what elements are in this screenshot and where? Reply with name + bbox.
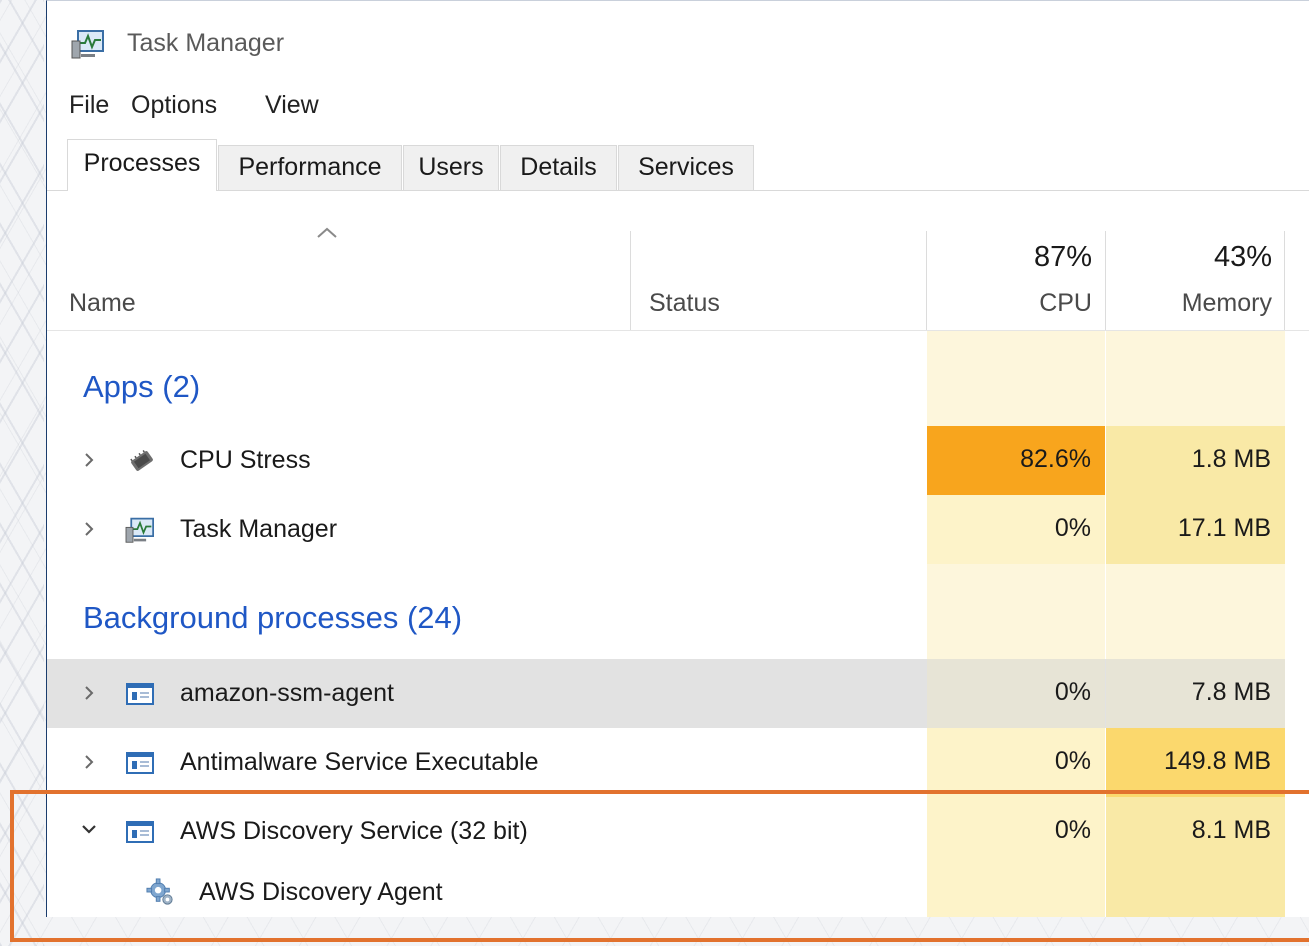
column-separator[interactable]: [630, 231, 631, 331]
tab-bar: Processes Performance Users Details Serv…: [47, 139, 1309, 191]
chevron-right-icon[interactable]: [79, 519, 99, 539]
title-bar: Task Manager: [47, 1, 1309, 91]
table-row[interactable]: Antimalware Service Executable 0% 149.8 …: [47, 728, 1309, 797]
group-row-background[interactable]: Background processes (24): [47, 564, 1309, 659]
column-name-header[interactable]: Name: [69, 289, 136, 318]
service-window-icon: [126, 752, 154, 774]
column-header: Name Status 87% CPU 43% Memory: [47, 227, 1309, 331]
table-row[interactable]: CPU Stress 82.6% 1.8 MB: [47, 426, 1309, 495]
cpu-total-percent[interactable]: 87%: [927, 241, 1092, 274]
tab-users[interactable]: Users: [403, 145, 499, 190]
group-row-apps[interactable]: Apps (2): [47, 331, 1309, 426]
memory-total-percent[interactable]: 43%: [1106, 241, 1272, 274]
process-name: Task Manager: [180, 515, 338, 543]
chevron-right-icon[interactable]: [79, 683, 99, 703]
chip-icon: [130, 450, 153, 471]
memory-cell: 149.8 MB: [1106, 728, 1285, 797]
column-separator[interactable]: [1284, 231, 1285, 331]
memory-cell: 7.8 MB: [1106, 659, 1285, 728]
task-manager-window: Task Manager File Options View Processes…: [46, 0, 1309, 917]
tab-services[interactable]: Services: [618, 145, 754, 190]
process-name: Antimalware Service Executable: [180, 748, 539, 776]
group-label-apps: Apps (2): [83, 369, 201, 404]
cpu-cell: [927, 331, 1105, 426]
menu-options[interactable]: Options: [131, 91, 217, 120]
task-manager-icon: [71, 30, 104, 59]
cpu-cell: 0%: [927, 495, 1105, 564]
cpu-cell: [927, 564, 1105, 659]
tab-performance[interactable]: Performance: [218, 145, 402, 190]
group-label-background: Background processes (24): [83, 600, 463, 635]
menu-file[interactable]: File: [69, 91, 109, 120]
menu-view[interactable]: View: [265, 91, 319, 120]
highlight-annotation-box: [10, 790, 1309, 942]
cpu-cell: 82.6%: [927, 426, 1105, 495]
cpu-cell: 0%: [927, 659, 1105, 728]
task-manager-icon: [125, 517, 154, 543]
memory-cell: [1106, 564, 1285, 659]
process-name: CPU Stress: [180, 446, 311, 474]
memory-cell: 1.8 MB: [1106, 426, 1285, 495]
column-cpu-header[interactable]: CPU: [927, 289, 1092, 318]
table-row-selected[interactable]: amazon-ssm-agent 0% 7.8 MB: [47, 659, 1285, 728]
cpu-cell: 0%: [927, 728, 1105, 797]
sort-ascending-icon[interactable]: [315, 225, 339, 241]
tab-processes[interactable]: Processes: [67, 139, 217, 191]
process-name: amazon-ssm-agent: [180, 679, 394, 707]
service-window-icon: [126, 683, 154, 705]
window-title: Task Manager: [127, 29, 285, 57]
memory-cell: [1106, 331, 1285, 426]
chevron-right-icon[interactable]: [79, 752, 99, 772]
column-status-header[interactable]: Status: [649, 289, 720, 318]
column-memory-header[interactable]: Memory: [1106, 289, 1272, 318]
chevron-right-icon[interactable]: [79, 450, 99, 470]
tab-details[interactable]: Details: [500, 145, 617, 190]
table-row[interactable]: Task Manager 0% 17.1 MB: [47, 495, 1309, 564]
tab-bar-divider: [47, 190, 1309, 191]
memory-cell: 17.1 MB: [1106, 495, 1285, 564]
